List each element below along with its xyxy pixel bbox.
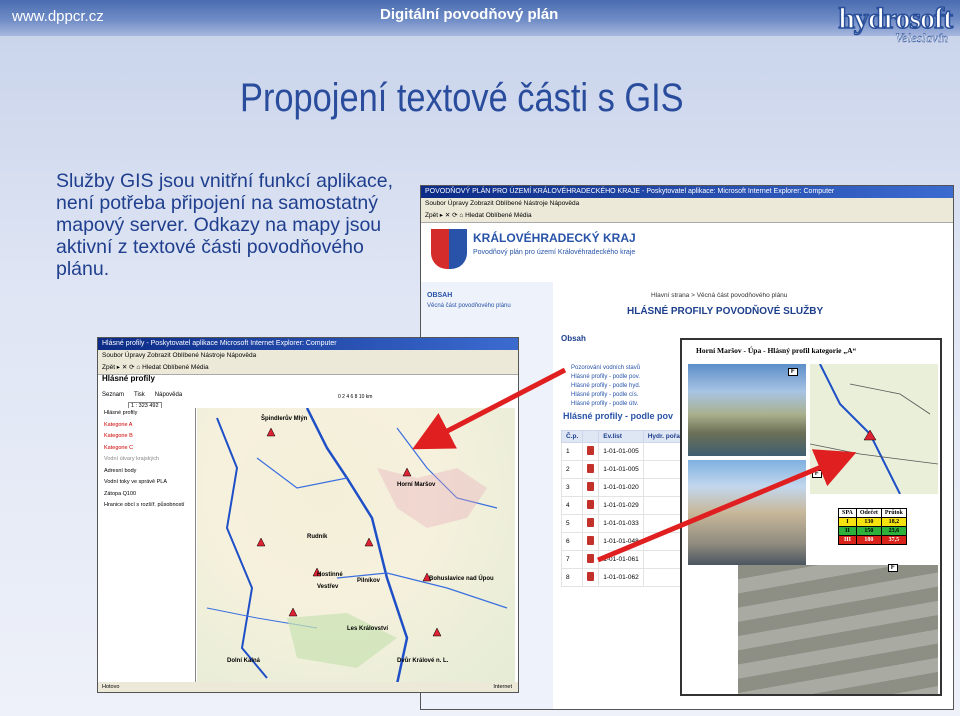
link-arrows xyxy=(412,367,857,563)
arrow-to-map xyxy=(412,367,567,450)
arrow-to-profile xyxy=(597,449,857,563)
